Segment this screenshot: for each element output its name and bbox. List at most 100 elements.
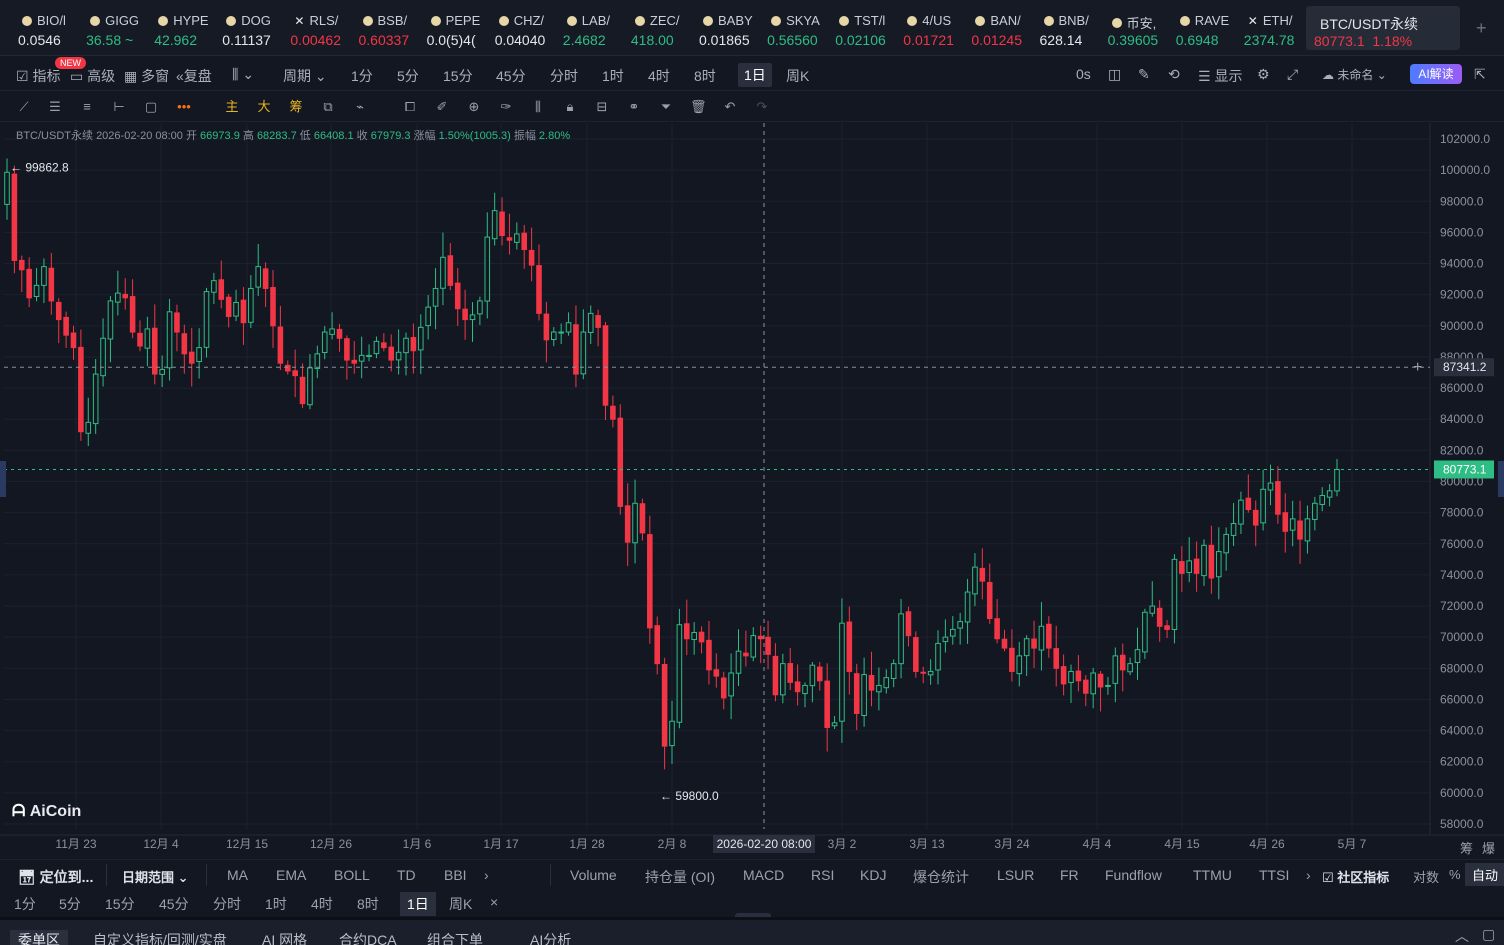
replay-button[interactable]: «复盘	[176, 66, 212, 86]
bars-icon[interactable]: ⫼	[530, 99, 546, 115]
ticker-item[interactable]: LAB/2.4682	[563, 0, 631, 56]
share-icon[interactable]: ⇱	[1474, 66, 1486, 83]
chevron-up-icon[interactable]: ︿	[1455, 926, 1469, 945]
interval-1[interactable]: 5分	[397, 66, 419, 86]
ray-icon[interactable]: ⊢	[111, 99, 127, 115]
ticker-item[interactable]: ✕ ETH/2374.78	[1244, 0, 1312, 56]
indicator-td[interactable]: TD	[397, 867, 416, 883]
trendline-icon[interactable]: ⟋	[16, 99, 32, 115]
dots-icon[interactable]: •••	[176, 99, 192, 115]
sub-indicator[interactable]: 爆仓统计	[913, 867, 969, 887]
display-button[interactable]: ☰ 显示	[1198, 66, 1242, 86]
auto-scale-toggle[interactable]: 自动	[1465, 863, 1504, 886]
ticker-item[interactable]: ZEC/418.00	[631, 0, 699, 56]
bottom-tab[interactable]: 组合下单	[427, 930, 483, 945]
ticker-item[interactable]: 4/US 0.01721	[903, 0, 971, 56]
refresh-icon[interactable]: ⟲	[1168, 66, 1180, 83]
filter-icon[interactable]: ⏷	[658, 99, 674, 115]
sub-indicator[interactable]: LSUR	[997, 867, 1034, 883]
locate-button[interactable]: 📅︎ 定位到...	[18, 867, 93, 887]
bottom-interval[interactable]: 1分	[14, 894, 36, 914]
candlestick-chart[interactable]: 58000.0 60000.0 62000.0 64000.0 66000.0 68000…	[0, 123, 1504, 858]
sub-indicator[interactable]: KDJ	[860, 867, 886, 883]
sub-indicator[interactable]: Fundflow	[1105, 867, 1162, 883]
ticker-item[interactable]: BABY 0.01865	[699, 0, 767, 56]
interval-5[interactable]: 1时	[602, 66, 624, 86]
trash-icon[interactable]: 🗑︎	[690, 99, 707, 115]
more-sub-arrow[interactable]: ›	[1306, 867, 1311, 883]
indicator-ema[interactable]: EMA	[276, 867, 306, 883]
bottom-tab[interactable]: AI分析	[530, 930, 571, 945]
interval-4[interactable]: 分时	[550, 66, 578, 86]
ticker-item[interactable]: PEPE 0.0(5)4(	[427, 0, 495, 56]
interval-7[interactable]: 8时	[694, 66, 716, 86]
interval-8[interactable]: 1日	[738, 63, 772, 87]
fullscreen-icon[interactable]: ⤢	[1287, 66, 1298, 83]
ticker-item[interactable]: CHZ/0.04040	[495, 0, 563, 56]
sub-indicator[interactable]: Volume	[570, 867, 617, 883]
indicators-button[interactable]: ☑ 指标	[16, 66, 60, 86]
indicator-ma[interactable]: MA	[227, 867, 248, 883]
magnet-icon[interactable]: ⧉	[320, 99, 336, 115]
sub-indicator[interactable]: 持仓量 (OI)	[645, 867, 715, 887]
copy-icon[interactable]: ⧠	[402, 99, 418, 115]
add-ticker-button[interactable]: +	[1476, 18, 1487, 39]
camera-icon[interactable]: ◫	[1108, 66, 1121, 83]
sub-indicator[interactable]: RSI	[811, 867, 834, 883]
horizontal-lines-icon[interactable]: ≡	[79, 99, 95, 115]
sub-indicator[interactable]: FR	[1060, 867, 1079, 883]
interval-6[interactable]: 4时	[648, 66, 670, 86]
sub-indicator[interactable]: TTMU	[1193, 867, 1232, 883]
ticker-item[interactable]: ✕ RLS/0.00462	[290, 0, 358, 56]
rectangle-icon[interactable]: ▢	[143, 99, 159, 115]
ticker-item[interactable]: BSB/0.60337	[359, 0, 427, 56]
main-button[interactable]: 主	[224, 99, 240, 115]
advanced-button[interactable]: ▭ 高级	[70, 66, 115, 86]
ticker-item[interactable]: RAVE 0.6948	[1176, 0, 1244, 56]
interval-9[interactable]: 周K	[786, 66, 809, 86]
indicator-boll[interactable]: BOLL	[334, 867, 370, 883]
ruler-icon[interactable]: ✐	[434, 99, 450, 115]
bottom-interval[interactable]: 45分	[159, 894, 189, 914]
interval-2[interactable]: 15分	[443, 66, 473, 86]
percent-scale-toggle[interactable]: %	[1449, 867, 1461, 882]
link-icon[interactable]: ⚭	[626, 99, 642, 115]
ai-interpret-button[interactable]: AI解读	[1410, 64, 1462, 84]
ticker-item[interactable]: BNB/628.14	[1040, 0, 1108, 56]
interval-3[interactable]: 45分	[496, 66, 526, 86]
ticker-item[interactable]: SKYA 0.56560	[767, 0, 835, 56]
ticker-item[interactable]: DOG 0.11137	[222, 0, 290, 56]
bottom-interval[interactable]: 分时	[213, 894, 241, 914]
liquidation-side-label[interactable]: 爆	[1482, 838, 1495, 857]
ticker-item[interactable]: BIO/l 0.0546	[18, 0, 86, 56]
parallel-lines-icon[interactable]: ☰	[47, 99, 63, 115]
period-dropdown[interactable]: 周期 ⌄	[283, 66, 327, 86]
ticker-item[interactable]: TST/l 0.02106	[835, 0, 903, 56]
bottom-tab[interactable]: AI 网格	[262, 930, 307, 945]
bottom-interval[interactable]: 1时	[265, 894, 287, 914]
log-scale-toggle[interactable]: 对数	[1413, 867, 1439, 886]
bottom-tab[interactable]: 自定义指标/回测/实盘	[93, 930, 227, 945]
sub-indicator[interactable]: MACD	[743, 867, 784, 883]
big-button[interactable]: 大	[256, 99, 272, 115]
ticker-item[interactable]: HYPE 42.962	[154, 0, 222, 56]
ticker-item[interactable]: GIGG 36.58 ~	[86, 0, 154, 56]
ticker-active-btc[interactable]: BTC/USDT永续 80773.1 1.18%	[1306, 6, 1460, 50]
redo-icon[interactable]: ↷	[754, 99, 770, 115]
zoom-icon[interactable]: ⊕	[466, 99, 482, 115]
settings-icon[interactable]: ⚙	[1257, 66, 1270, 83]
window-icon[interactable]: ▢	[1482, 926, 1495, 943]
layout-dropdown[interactable]: ☁ 未命名 ⌄	[1322, 66, 1387, 83]
template-icon[interactable]: ⊟	[594, 99, 610, 115]
ticker-item[interactable]: 币安, 0.39605	[1108, 0, 1176, 56]
bottom-interval[interactable]: 4时	[311, 894, 333, 914]
indicator-bbi[interactable]: BBI	[444, 867, 467, 883]
sub-indicator[interactable]: TTSI	[1259, 867, 1289, 883]
bottom-interval[interactable]: 8时	[357, 894, 379, 914]
undo-icon[interactable]: ↶	[722, 99, 738, 115]
bottom-interval[interactable]: 5分	[59, 894, 81, 914]
lock-icon[interactable]: 🔒︎	[562, 99, 578, 115]
interval-0[interactable]: 1分	[351, 66, 373, 86]
bottom-tab[interactable]: 合约DCA	[339, 930, 397, 945]
bottom-interval[interactable]: 15分	[105, 894, 135, 914]
